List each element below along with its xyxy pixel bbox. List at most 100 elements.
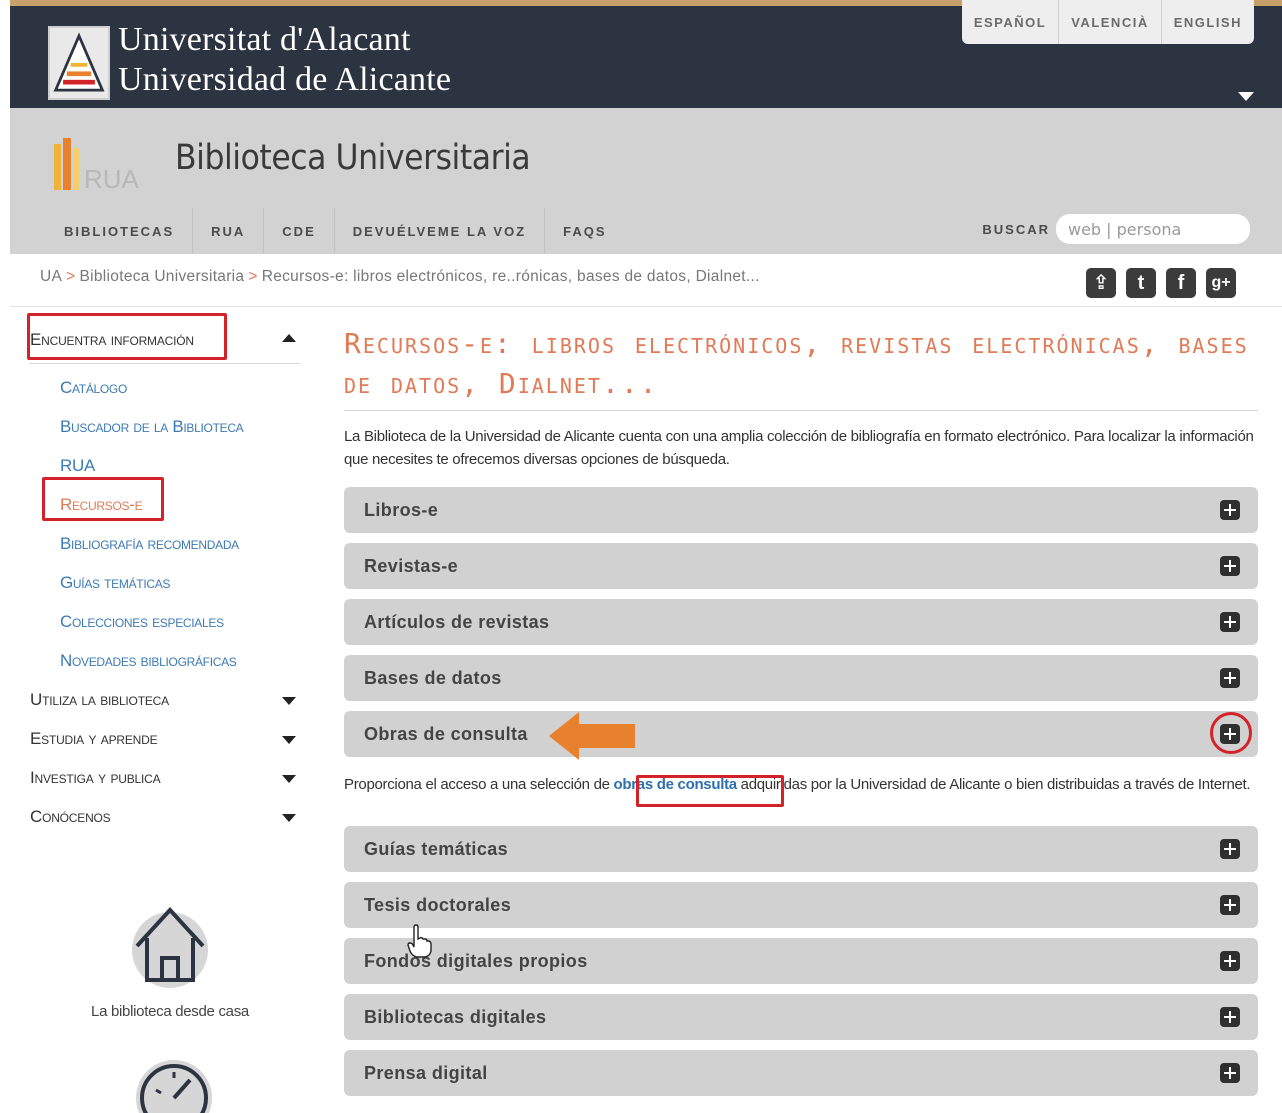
accordion-tesis-doctorales[interactable]: Tesis doctorales — [344, 882, 1258, 928]
accordion-obras-de-consulta[interactable]: Obras de consulta — [344, 711, 1258, 757]
facebook-icon[interactable]: f — [1166, 268, 1196, 298]
accordion-articulos[interactable]: Artículos de revistas — [344, 599, 1258, 645]
sidebar-item-guias[interactable]: Guías temáticas — [30, 563, 300, 602]
library-title[interactable]: Biblioteca Universitaria — [175, 138, 531, 178]
desc-after: adquiridas por la Universidad de Alicant… — [736, 776, 1251, 793]
sidebar-section-investiga[interactable]: Investiga y publica — [30, 758, 300, 797]
university-name-valencian: Universitat d'Alacant — [118, 21, 411, 58]
university-name[interactable]: Universitat d'Alacant Universidad de Ali… — [118, 20, 451, 100]
nav-cde[interactable]: CDE — [263, 208, 333, 254]
desc-before: Proporciona el acceso a una selección de — [344, 776, 614, 793]
breadcrumb-separator: > — [66, 268, 76, 285]
accordion-label: Artículos de revistas — [364, 612, 550, 632]
sidebar-section-label: Utiliza la biblioteca — [30, 690, 169, 709]
library-nav: BIBLIOTECAS RUA CDE DEVUÉLVEME LA VOZ FA… — [50, 208, 625, 254]
university-logo-icon[interactable] — [48, 26, 110, 100]
accordion-label: Prensa digital — [364, 1063, 488, 1083]
nav-bibliotecas[interactable]: BIBLIOTECAS — [50, 208, 192, 254]
breadcrumb: UA > Biblioteca Universitaria > Recursos-e: … — [40, 268, 760, 286]
plus-icon[interactable] — [1220, 668, 1240, 688]
main-content: Recursos-e: libros electrónicos, revista… — [344, 316, 1258, 1096]
sidebar-section-conocenos[interactable]: Conócenos — [30, 797, 300, 836]
sidebar-section-label: Conócenos — [30, 807, 111, 826]
search-label: BUSCAR — [982, 221, 1050, 237]
lang-valencia[interactable]: VALENCIÀ — [1058, 0, 1160, 44]
lang-espanol[interactable]: ESPAÑOL — [962, 0, 1058, 44]
sidebar-item-buscador[interactable]: Buscador de la Biblioteca — [30, 407, 300, 446]
breadcrumb-current: Recursos-e: libros electrónicos, re..rón… — [261, 268, 760, 285]
sidebar-section-label: Investiga y publica — [30, 768, 161, 787]
breadcrumb-biblioteca[interactable]: Biblioteca Universitaria — [80, 268, 245, 285]
twitter-icon[interactable]: t — [1126, 268, 1156, 298]
library-header: RUA Biblioteca Universitaria BIBLIOTECAS… — [10, 108, 1282, 254]
lang-english[interactable]: ENGLISH — [1160, 0, 1254, 44]
house-icon — [132, 907, 208, 988]
sidebar-item-catalogo[interactable]: Catálogo — [30, 368, 300, 407]
plus-icon[interactable] — [1220, 839, 1240, 859]
university-name-spanish: Universidad de Alicante — [118, 61, 452, 98]
plus-icon[interactable] — [1220, 612, 1240, 632]
accordion-libros-e[interactable]: Libros-e — [344, 487, 1258, 533]
accordion-label: Tesis doctorales — [364, 895, 512, 915]
divider — [10, 306, 1282, 307]
sidebar-section-estudia[interactable]: Estudia y aprende — [30, 719, 300, 758]
page-title: Recursos-e: libros electrónicos, revista… — [344, 316, 1258, 411]
share-icon[interactable]: ⇪ — [1086, 268, 1116, 298]
accordion-revistas-e[interactable]: Revistas-e — [344, 543, 1258, 589]
accordion-bases-de-datos[interactable]: Bases de datos — [344, 655, 1258, 701]
home-link[interactable]: La biblioteca desde casa — [60, 900, 280, 1020]
language-switcher: ESPAÑOL VALENCIÀ ENGLISH — [961, 0, 1254, 44]
accordion-guias-tematicas[interactable]: Guías temáticas — [344, 826, 1258, 872]
highlight-box — [42, 477, 164, 521]
social-icons: ⇪ t f g+ — [1086, 268, 1236, 298]
accordion-prensa-digital[interactable]: Prensa digital — [344, 1050, 1258, 1096]
university-header: Universitat d'Alacant Universidad de Ali… — [10, 0, 1282, 108]
chevron-down-icon[interactable] — [1238, 92, 1254, 101]
sidebar-item-novedades[interactable]: Novedades bibliográficas — [30, 641, 300, 680]
search-area: BUSCAR — [982, 214, 1250, 244]
intro-text: La Biblioteca de la Universidad de Alica… — [344, 428, 1254, 468]
obras-de-consulta-description: Proporciona el acceso a una selección de… — [344, 773, 1258, 796]
expand-icon[interactable] — [282, 736, 296, 744]
arrow-left-icon — [549, 712, 635, 760]
rua-logo-text: RUA — [84, 164, 140, 194]
rua-logo[interactable]: RUA — [50, 138, 150, 194]
accordion-label: Obras de consulta — [364, 724, 528, 744]
plus-icon[interactable] — [1220, 895, 1240, 915]
plus-icon[interactable] — [1220, 500, 1240, 520]
nav-faqs[interactable]: FAQS — [544, 208, 624, 254]
plus-icon[interactable] — [1220, 1007, 1240, 1027]
plus-icon[interactable] — [1220, 951, 1240, 971]
highlight-circle — [1210, 712, 1252, 754]
accordion-fondos-digitales[interactable]: Fondos digitales propios — [344, 938, 1258, 984]
home-label: La biblioteca desde casa — [91, 1003, 249, 1020]
expand-icon[interactable] — [282, 697, 296, 705]
breadcrumb-ua[interactable]: UA — [40, 268, 62, 285]
accordion-bibliotecas-digitales[interactable]: Bibliotecas digitales — [344, 994, 1258, 1040]
sidebar-item-bibliografia[interactable]: Bibliografía recomendada — [30, 524, 300, 563]
collapse-icon[interactable] — [282, 334, 296, 342]
breadcrumb-separator: > — [248, 268, 258, 285]
search-input[interactable] — [1056, 214, 1250, 244]
highlight-box — [636, 775, 784, 807]
plus-icon[interactable] — [1220, 556, 1240, 576]
nav-rua[interactable]: RUA — [192, 208, 263, 254]
accordion-label: Guías temáticas — [364, 839, 509, 859]
google-plus-icon[interactable]: g+ — [1206, 268, 1236, 298]
highlight-box — [27, 313, 227, 360]
sidebar-section-utiliza[interactable]: Utiliza la biblioteca — [30, 680, 300, 719]
hand-cursor-icon — [407, 924, 432, 958]
accordion-label: Revistas-e — [364, 556, 459, 576]
sidebar: Encuentra información Catálogo Buscador … — [30, 316, 300, 836]
sidebar-section-label: Estudia y aprende — [30, 729, 158, 748]
accordion-label: Libros-e — [364, 500, 439, 520]
accordion-label: Bases de datos — [364, 668, 502, 688]
gauge-icon[interactable] — [134, 1058, 214, 1113]
accordion-label: Bibliotecas digitales — [364, 1007, 547, 1027]
nav-devuelveme-la-voz[interactable]: DEVUÉLVEME LA VOZ — [333, 208, 544, 254]
sidebar-item-colecciones[interactable]: Colecciones especiales — [30, 602, 300, 641]
accordion-label: Fondos digitales propios — [364, 951, 588, 971]
plus-icon[interactable] — [1220, 1063, 1240, 1083]
expand-icon[interactable] — [282, 814, 296, 822]
expand-icon[interactable] — [282, 775, 296, 783]
